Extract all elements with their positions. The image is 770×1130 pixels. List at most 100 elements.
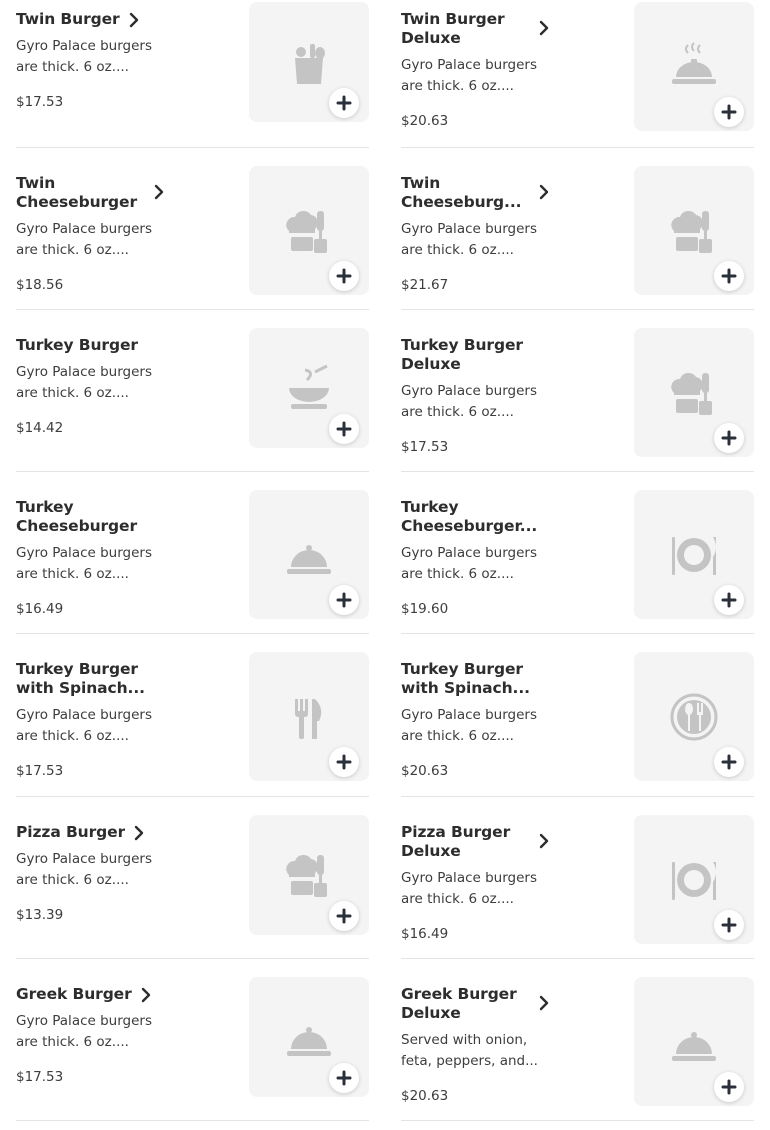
plus-icon <box>336 421 352 437</box>
add-to-cart-button[interactable] <box>714 97 744 127</box>
menu-item-card[interactable]: Pizza Burger Deluxe Gyro Palace burgers … <box>401 813 754 959</box>
divider <box>16 1120 369 1121</box>
menu-item-price: $20.63 <box>401 1088 449 1104</box>
divider <box>16 471 369 472</box>
menu-item-card[interactable]: Twin Burger Gyro Palace burgers are thic… <box>16 0 369 148</box>
menu-item-description: Gyro Palace burgers are thick. 6 oz.... <box>16 851 153 888</box>
plus-icon <box>336 908 352 924</box>
add-to-cart-button[interactable] <box>329 585 359 615</box>
menu-item-title[interactable]: Twin Cheeseburger <box>16 174 166 212</box>
menu-item-description: Gyro Palace burgers are thick. 6 oz.... <box>16 1013 153 1050</box>
grocery-bag-icon <box>295 44 325 84</box>
divider <box>401 471 754 472</box>
add-to-cart-button[interactable] <box>329 88 359 118</box>
menu-item-description: Gyro Palace burgers are thick. 6 oz.... <box>401 707 538 744</box>
menu-item-card[interactable]: Twin Cheeseburg... Gyro Palace burgers a… <box>401 164 754 310</box>
plus-icon <box>721 268 737 284</box>
menu-item-card[interactable]: Turkey Burger with Spinach... Gyro Palac… <box>16 650 369 797</box>
menu-item-title[interactable]: Twin Burger <box>16 10 120 29</box>
chevron-right-icon[interactable] <box>538 995 550 1011</box>
menu-item-price: $20.63 <box>401 763 449 779</box>
menu-item-card[interactable]: Pizza Burger Gyro Palace burgers are thi… <box>16 813 369 959</box>
plus-icon <box>336 754 352 770</box>
plus-icon <box>336 95 352 111</box>
soup-bowl-icon <box>289 364 329 409</box>
divider <box>16 633 369 634</box>
menu-item-price: $21.67 <box>401 277 449 293</box>
divider <box>401 633 754 634</box>
menu-item-price: $18.56 <box>16 277 64 293</box>
chevron-right-icon[interactable] <box>133 825 145 841</box>
menu-item-description: Gyro Palace burgers are thick. 6 oz.... <box>401 383 538 420</box>
chevron-right-icon[interactable] <box>538 833 550 849</box>
menu-item-title[interactable]: Turkey Burger Deluxe <box>401 336 551 374</box>
menu-item-card[interactable]: Twin Cheeseburger Gyro Palace burgers ar… <box>16 164 369 310</box>
menu-item-card[interactable]: Twin Burger Deluxe Gyro Palace burgers a… <box>401 0 754 148</box>
cloche-icon <box>672 1031 716 1061</box>
add-to-cart-button[interactable] <box>714 747 744 777</box>
menu-item-title[interactable]: Twin Burger Deluxe <box>401 10 551 48</box>
plus-icon <box>721 104 737 120</box>
cloche-icon <box>287 1027 331 1056</box>
menu-item-card[interactable]: Turkey Cheeseburger Gyro Palace burgers … <box>16 488 369 634</box>
chef-hat-spatula-icon <box>286 210 327 253</box>
menu-item-price: $13.39 <box>16 907 64 923</box>
menu-item-description: Gyro Palace burgers are thick. 6 oz.... <box>16 221 153 258</box>
divider <box>16 796 369 797</box>
menu-item-title[interactable]: Turkey Cheeseburger <box>16 498 166 536</box>
chevron-right-icon[interactable] <box>538 20 550 36</box>
menu-item-description: Gyro Palace burgers are thick. 6 oz.... <box>16 364 153 401</box>
menu-item-title[interactable]: Greek Burger Deluxe <box>401 985 551 1023</box>
menu-item-description: Served with onion, feta, peppers, and... <box>401 1032 538 1069</box>
add-to-cart-button[interactable] <box>329 414 359 444</box>
menu-item-title[interactable]: Turkey Burger with Spinach... <box>401 660 551 698</box>
menu-item-card[interactable]: Turkey Cheeseburger... Gyro Palace burge… <box>401 488 754 634</box>
menu-item-card[interactable]: Turkey Burger with Spinach... Gyro Palac… <box>401 650 754 797</box>
add-to-cart-button[interactable] <box>714 423 744 453</box>
add-to-cart-button[interactable] <box>714 910 744 940</box>
chevron-right-icon[interactable] <box>140 987 152 1003</box>
menu-item-price: $16.49 <box>16 601 64 617</box>
chevron-right-icon[interactable] <box>538 184 550 200</box>
plus-icon <box>721 754 737 770</box>
add-to-cart-button[interactable] <box>329 261 359 291</box>
plus-icon <box>336 268 352 284</box>
divider <box>401 1120 754 1121</box>
menu-item-card[interactable]: Greek Burger Gyro Palace burgers are thi… <box>16 975 369 1121</box>
divider <box>16 958 369 959</box>
menu-item-title[interactable]: Greek Burger <box>16 985 132 1004</box>
menu-item-title[interactable]: Turkey Burger <box>16 336 166 355</box>
menu-item-title[interactable]: Twin Cheeseburg... <box>401 174 551 212</box>
menu-item-title[interactable]: Turkey Cheeseburger... <box>401 498 551 536</box>
menu-item-card[interactable]: Greek Burger Deluxe Served with onion, f… <box>401 975 754 1121</box>
menu-item-title[interactable]: Pizza Burger <box>16 823 125 842</box>
divider <box>401 147 754 148</box>
menu-item-description: Gyro Palace burgers are thick. 6 oz.... <box>16 545 153 582</box>
chevron-right-icon[interactable] <box>153 184 165 200</box>
cloche-icon <box>287 544 331 574</box>
menu-item-description: Gyro Palace burgers are thick. 6 oz.... <box>401 221 538 258</box>
menu-item-description: Gyro Palace burgers are thick. 6 oz.... <box>401 57 538 94</box>
menu-item-title[interactable]: Pizza Burger Deluxe <box>401 823 551 861</box>
chef-hat-spatula-icon <box>286 854 327 897</box>
chevron-right-icon[interactable] <box>128 12 140 28</box>
menu-item-card[interactable]: Turkey Burger Deluxe Gyro Palace burgers… <box>401 326 754 472</box>
add-to-cart-button[interactable] <box>714 585 744 615</box>
divider <box>401 309 754 310</box>
menu-item-card[interactable]: Turkey Burger Gyro Palace burgers are th… <box>16 326 369 472</box>
menu-item-price: $17.53 <box>401 439 449 455</box>
menu-item-title[interactable]: Turkey Burger with Spinach... <box>16 660 166 698</box>
add-to-cart-button[interactable] <box>714 1072 744 1102</box>
circle-spoon-fork-icon <box>670 693 718 740</box>
menu-item-description: Gyro Palace burgers are thick. 6 oz.... <box>16 707 153 744</box>
add-to-cart-button[interactable] <box>329 1063 359 1093</box>
add-to-cart-button[interactable] <box>329 901 359 931</box>
menu-item-price: $19.60 <box>401 601 449 617</box>
add-to-cart-button[interactable] <box>329 747 359 777</box>
chef-hat-spatula-icon <box>671 210 712 253</box>
menu-item-price: $20.63 <box>401 113 449 129</box>
chef-hat-spatula-icon <box>671 372 712 415</box>
plus-icon <box>721 917 737 933</box>
divider <box>16 309 369 310</box>
add-to-cart-button[interactable] <box>714 261 744 291</box>
